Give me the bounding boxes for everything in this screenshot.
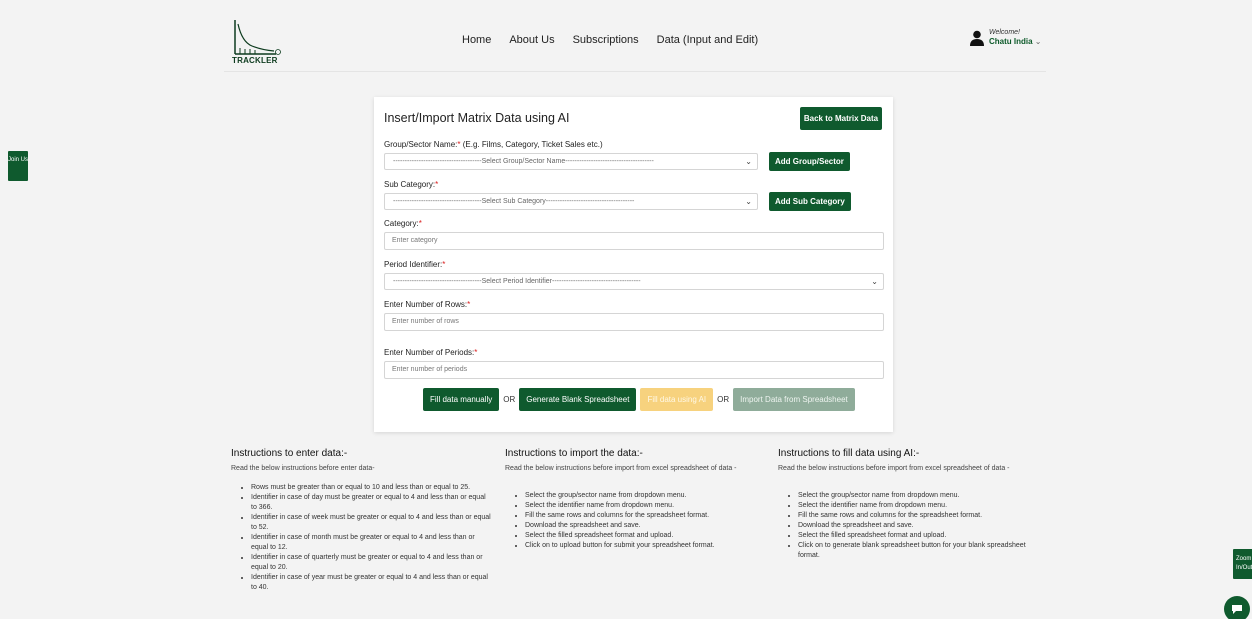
rows-input[interactable]: Enter number of rows <box>384 313 884 331</box>
sub-category-select[interactable]: --------------------------------------Se… <box>384 193 758 210</box>
form-title: Insert/Import Matrix Data using AI <box>384 111 570 125</box>
action-bar: Fill data manually OR Generate Blank Spr… <box>423 388 855 411</box>
nav-data-input-edit[interactable]: Data (Input and Edit) <box>657 34 759 46</box>
zoom-tab[interactable]: Zoom In/Out <box>1233 549 1252 579</box>
list-item: Rows must be greater than or equal to 10… <box>251 483 493 493</box>
group-label: Group/Sector Name:* (E.g. Films, Categor… <box>384 140 603 149</box>
list-item: Fill the same rows and columns for the s… <box>798 511 1040 521</box>
or-separator: OR <box>503 395 516 404</box>
category-input[interactable]: Enter category <box>384 232 884 250</box>
nav-subscriptions[interactable]: Subscriptions <box>573 34 639 46</box>
chat-icon <box>1232 605 1242 614</box>
main-nav: Home About Us Subscriptions Data (Input … <box>462 34 758 46</box>
list-item: Fill the same rows and columns for the s… <box>525 511 767 521</box>
chevron-down-icon: ⌄ <box>745 197 752 206</box>
instructions-title: Instructions to enter data:- <box>231 448 348 459</box>
instructions-intro: Read the below instructions before enter… <box>231 465 375 472</box>
list-item: Identifier in case of month must be grea… <box>251 533 493 553</box>
logo-text: TRACKLER <box>232 56 278 65</box>
instructions-title: Instructions to import the data:- <box>505 448 643 459</box>
add-sub-category-button[interactable]: Add Sub Category <box>769 192 851 211</box>
periods-label: Enter Number of Periods:* <box>384 348 478 357</box>
list-item: Select the group/sector name from dropdo… <box>525 491 767 501</box>
list-item: Select the identifier name from dropdown… <box>798 501 1040 511</box>
join-us-tab[interactable]: Join Us <box>8 151 28 181</box>
instructions-enter-data: Instructions to enter data:- Read the be… <box>231 448 493 593</box>
fill-data-ai-button[interactable]: Fill data using AI <box>640 388 714 411</box>
periods-input[interactable]: Enter number of periods <box>384 361 884 379</box>
list-item: Download the spreadsheet and save. <box>798 521 1040 531</box>
chevron-down-icon: ⌄ <box>1034 37 1042 46</box>
user-icon <box>970 30 984 46</box>
nav-home[interactable]: Home <box>462 34 491 46</box>
list-item: Select the group/sector name from dropdo… <box>798 491 1040 501</box>
user-menu[interactable]: Welcome! Chatu India ⌄ <box>970 28 1042 47</box>
list-item: Select the filled spreadsheet format and… <box>798 531 1040 541</box>
or-separator: OR <box>717 395 730 404</box>
chart-logo-icon <box>234 20 281 55</box>
sub-category-label: Sub Category:* <box>384 180 439 189</box>
instructions-import-data: Instructions to import the data:- Read t… <box>505 448 767 551</box>
chevron-down-icon: ⌄ <box>745 157 752 166</box>
top-header: TRACKLER Home About Us Subscriptions Dat… <box>224 8 1046 72</box>
import-spreadsheet-button[interactable]: Import Data from Spreadsheet <box>733 388 855 411</box>
welcome-text: Welcome! <box>989 29 1020 36</box>
instructions-intro: Read the below instructions before impor… <box>778 465 1010 472</box>
list-item: Select the identifier name from dropdown… <box>525 501 767 511</box>
list-item: Select the filled spreadsheet format and… <box>525 531 767 541</box>
instructions-fill-ai: Instructions to fill data using AI:- Rea… <box>778 448 1040 561</box>
back-to-matrix-button[interactable]: Back to Matrix Data <box>800 107 882 130</box>
import-form-card: Insert/Import Matrix Data using AI Back … <box>374 97 893 432</box>
list-item: Click on to generate blank spreadsheet b… <box>798 541 1040 561</box>
list-item: Identifier in case of quarterly must be … <box>251 553 493 573</box>
list-item: Download the spreadsheet and save. <box>525 521 767 531</box>
chat-button[interactable] <box>1224 596 1250 619</box>
add-group-button[interactable]: Add Group/Sector <box>769 152 850 171</box>
list-item: Identifier in case of week must be great… <box>251 513 493 533</box>
chevron-down-icon: ⌄ <box>871 277 878 286</box>
user-name: Chatu India ⌄ <box>989 37 1042 46</box>
category-label: Category:* <box>384 219 422 228</box>
list-item: Identifier in case of year must be great… <box>251 573 493 593</box>
trackler-logo[interactable]: TRACKLER <box>232 18 284 66</box>
rows-label: Enter Number of Rows:* <box>384 300 471 309</box>
generate-blank-spreadsheet-button[interactable]: Generate Blank Spreadsheet <box>519 388 637 411</box>
nav-about-us[interactable]: About Us <box>509 34 554 46</box>
list-item: Identifier in case of day must be greate… <box>251 493 493 513</box>
list-item: Click on to upload button for submit you… <box>525 541 767 551</box>
fill-manually-button[interactable]: Fill data manually <box>423 388 500 411</box>
period-identifier-label: Period Identifier:* <box>384 260 446 269</box>
group-select[interactable]: --------------------------------------Se… <box>384 153 758 170</box>
instructions-intro: Read the below instructions before impor… <box>505 465 737 472</box>
instructions-title: Instructions to fill data using AI:- <box>778 448 920 459</box>
period-identifier-select[interactable]: --------------------------------------Se… <box>384 273 884 290</box>
